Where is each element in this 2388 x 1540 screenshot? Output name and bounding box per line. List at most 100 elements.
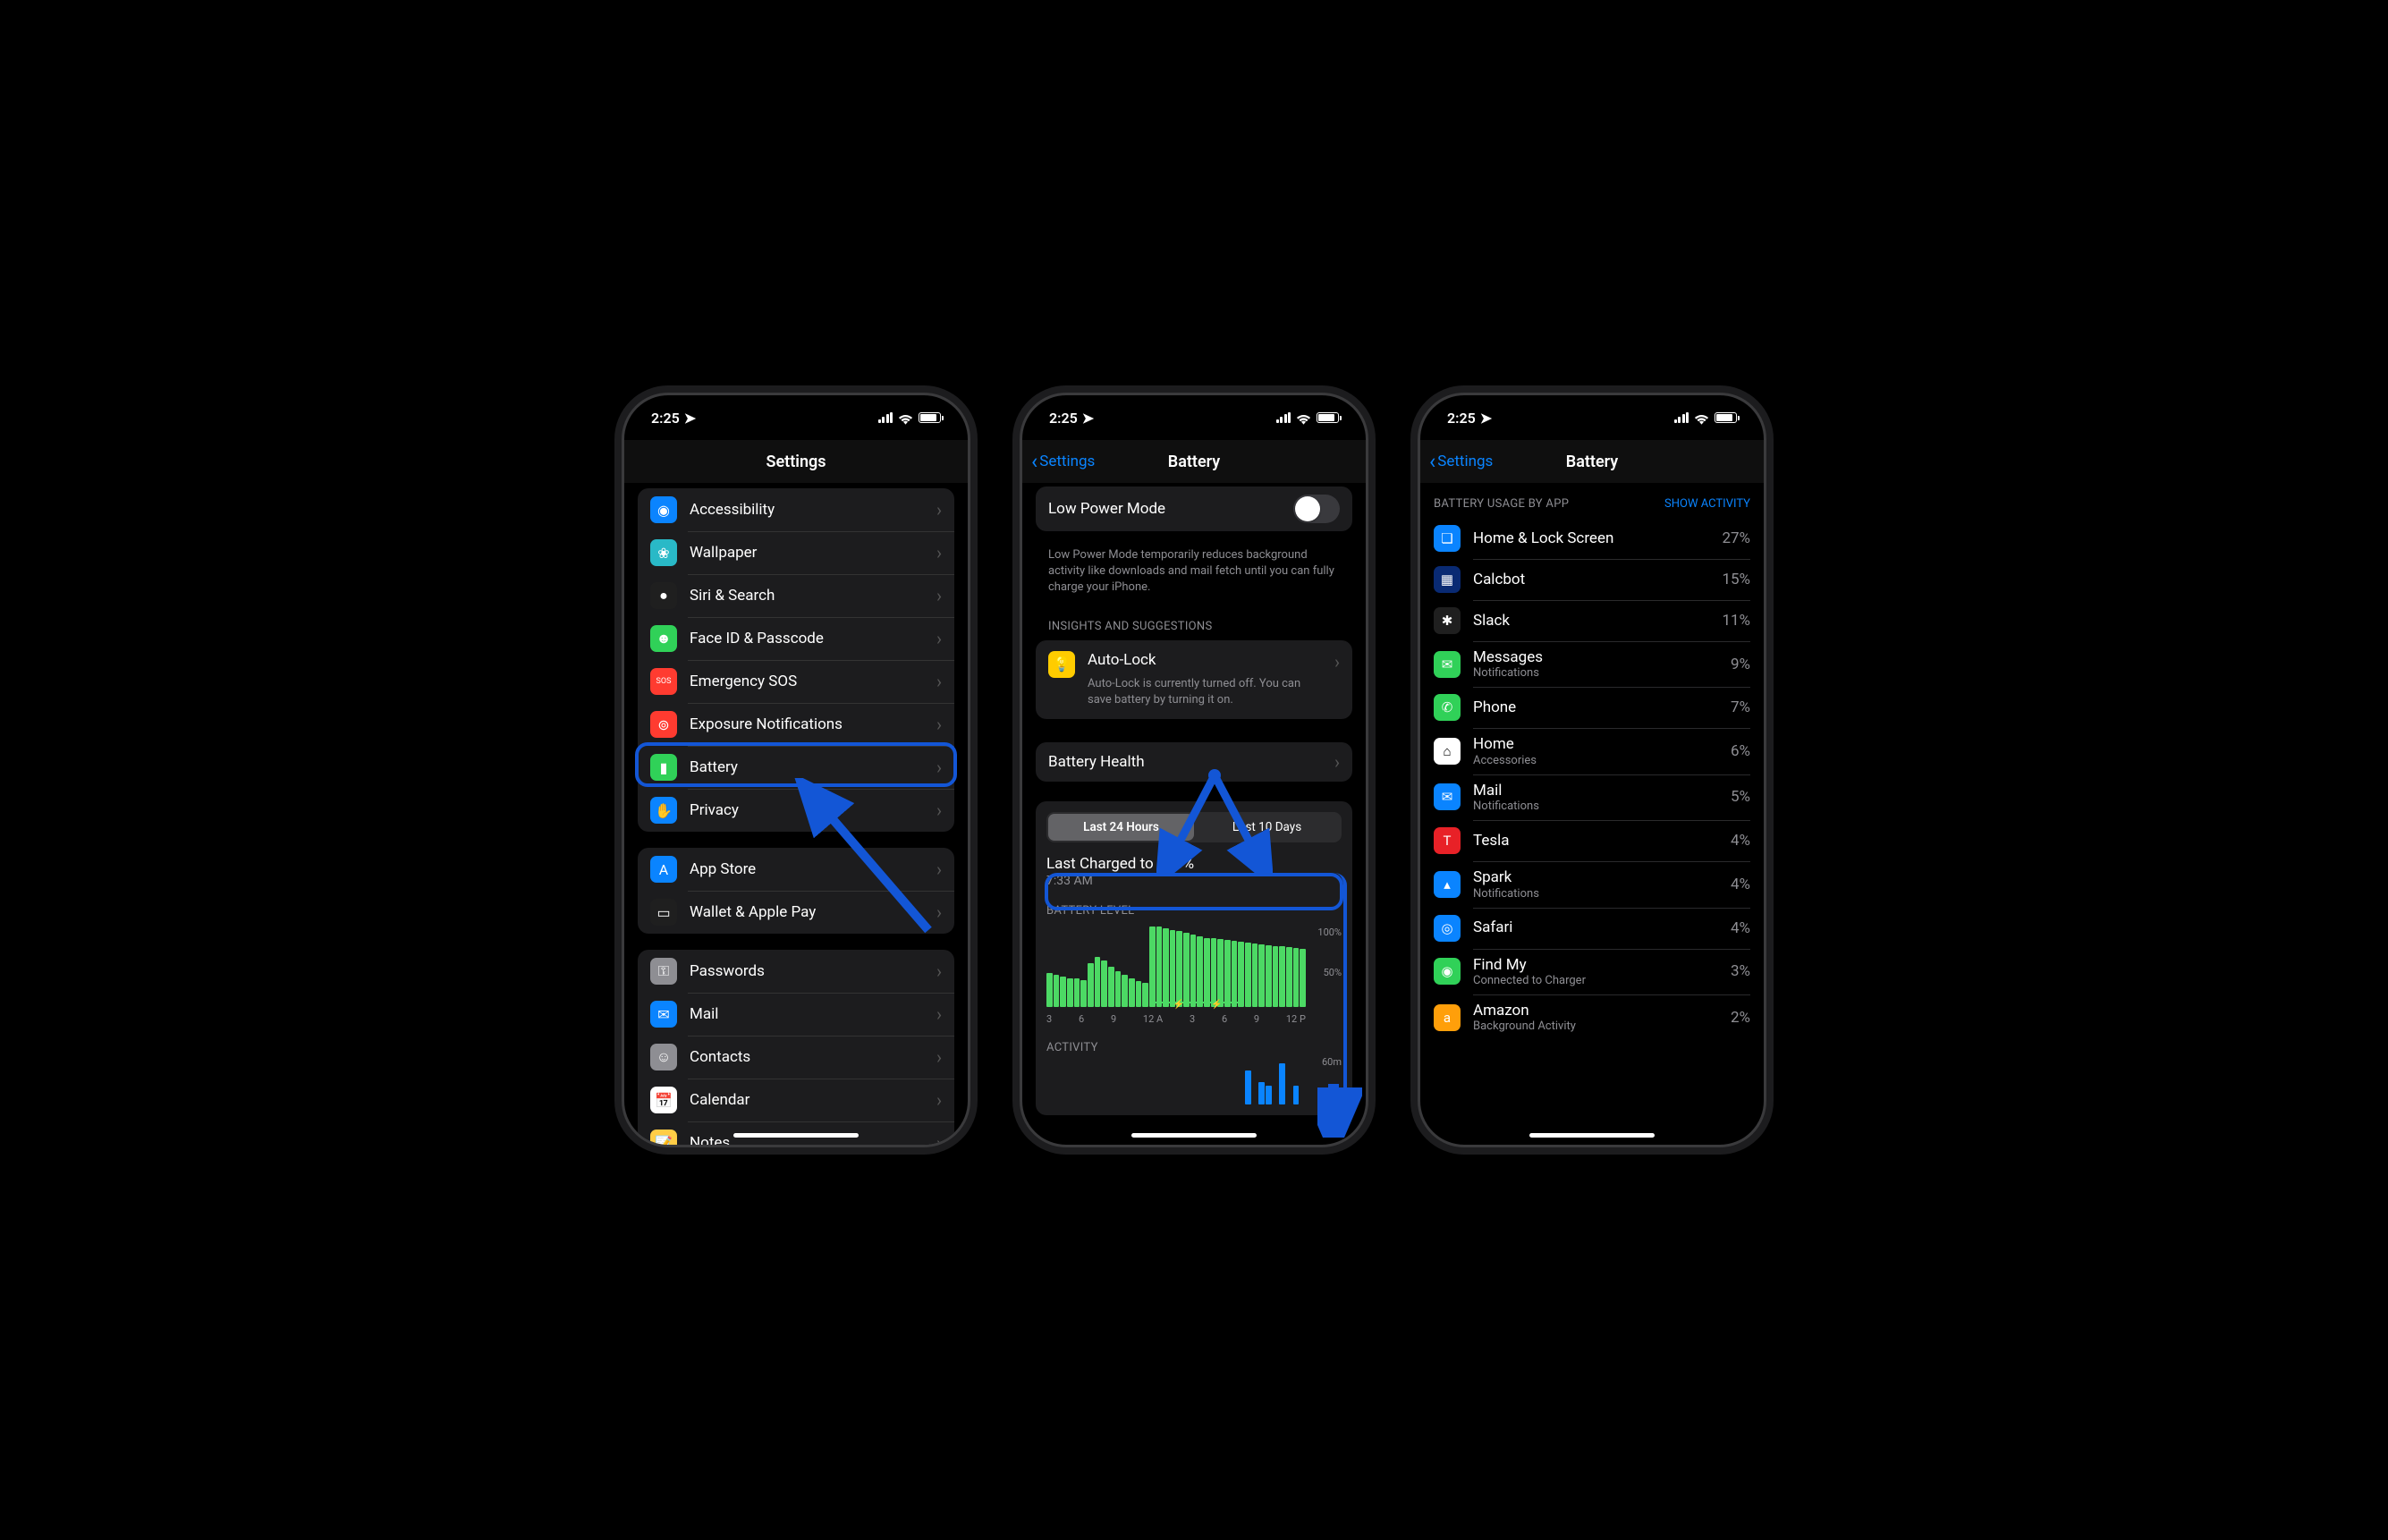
home-indicator[interactable] [733,1133,859,1138]
home-icon: ⌂ [1434,738,1461,765]
phone-battery-overview: 2:25 ➤ ‹ Settings Battery Low Power Mode [1020,393,1368,1147]
row-wallet[interactable]: ▭Wallet & Apple Pay› [638,891,954,934]
row-mail[interactable]: ✉ Mail › [638,993,954,1036]
home-indicator[interactable] [1529,1133,1655,1138]
low-power-mode-row[interactable]: Low Power Mode [1036,487,1352,531]
accessibility-icon: ◉ [650,496,677,523]
usage-row-safari[interactable]: ◎Safari4% [1434,908,1750,949]
battery-content[interactable]: Low Power Mode Low Power Mode temporaril… [1022,483,1366,1145]
wifi-icon [1694,412,1709,424]
row-calendar[interactable]: 📅Calendar› [638,1079,954,1121]
usage-row-home[interactable]: ⌂HomeAccessories6% [1434,728,1750,774]
usage-row-home-lock[interactable]: ❏Home & Lock Screen27% [1434,518,1750,559]
cellular-icon [878,412,893,423]
settings-list[interactable]: ◉Accessibility›❀Wallpaper›●Siri & Search… [624,483,968,1145]
seg-10d[interactable]: Last 10 Days [1194,814,1340,841]
nav-title: Battery [1566,453,1618,471]
back-button[interactable]: ‹ Settings [1031,451,1095,472]
battery-icon [919,412,941,423]
row-faceid[interactable]: ☻Face ID & Passcode› [638,617,954,660]
safari-pct: 4% [1731,919,1750,937]
row-battery[interactable]: ▮Battery› [638,746,954,789]
usage-content[interactable]: BATTERY USAGE BY APP SHOW ACTIVITY ❏Home… [1420,483,1764,1145]
usage-row-spark[interactable]: ▴SparkNotifications4% [1434,861,1750,907]
home-label: Home [1473,735,1718,753]
row-passwords[interactable]: ⚿Passwords› [638,950,954,993]
seg-24h[interactable]: Last 24 Hours [1048,814,1194,841]
usage-row-tesla[interactable]: TTesla4% [1434,820,1750,861]
chevron-right-icon: › [936,1003,942,1025]
battery-health-group: Battery Health › [1036,742,1352,782]
row-sos[interactable]: SOSEmergency SOS› [638,660,954,703]
level-bar [1204,938,1210,1007]
usage-row-messages[interactable]: ✉MessagesNotifications9% [1434,641,1750,687]
level-bar [1108,967,1114,1007]
level-bar [1293,948,1300,1007]
cellular-icon [1276,412,1291,423]
auto-lock-detail: Auto-Lock is currently turned off. You c… [1088,676,1322,708]
usage-row-findmy[interactable]: ◉Find MyConnected to Charger3% [1434,949,1750,994]
usage-row-amazon[interactable]: aAmazonBackground Activity2% [1434,994,1750,1040]
usage-row-calcbot[interactable]: ▦Calcbot15% [1434,559,1750,600]
faceid-icon: ☻ [650,625,677,652]
appstore-label: App Store [690,860,924,878]
chevron-right-icon: › [936,757,942,778]
level-bar [1197,936,1203,1007]
notch [1122,395,1266,422]
battery-health-row[interactable]: Battery Health › [1036,742,1352,782]
mail-label: Mail [690,1005,924,1023]
home-indicator[interactable] [1131,1133,1257,1138]
row-appstore[interactable]: AApp Store› [638,848,954,891]
level-bar [1176,931,1182,1007]
tesla-label: Tesla [1473,832,1718,850]
usage-row-slack[interactable]: ✱Slack11% [1434,600,1750,641]
location-arrow-icon: ➤ [1082,410,1094,427]
calendar-icon: 📅 [650,1087,677,1113]
usage-row-phone[interactable]: ✆Phone7% [1434,687,1750,728]
chevron-right-icon: › [936,499,942,520]
x-tick: 6 [1079,1013,1084,1025]
row-accessibility[interactable]: ◉Accessibility› [638,488,954,531]
row-privacy[interactable]: ✋Privacy› [638,789,954,832]
x-tick: 3 [1046,1013,1052,1025]
privacy-icon: ✋ [650,797,677,824]
back-label: Settings [1437,453,1493,470]
back-label: Settings [1039,453,1095,470]
row-exposure[interactable]: ⊚Exposure Notifications› [638,703,954,746]
row-siri[interactable]: ●Siri & Search› [638,574,954,617]
calendar-label: Calendar [690,1091,924,1109]
spark-icon: ▴ [1434,871,1461,898]
row-contacts[interactable]: ☺Contacts› [638,1036,954,1079]
mail-sublabel: Notifications [1473,800,1718,813]
chevron-right-icon: › [936,671,942,692]
phone-label: Phone [1473,698,1718,716]
activity-y-60m: 60m [1322,1056,1342,1068]
level-bar [1170,930,1176,1007]
bulb-icon: 💡 [1048,651,1075,678]
contacts-label: Contacts [690,1048,924,1066]
auto-lock-row[interactable]: 💡 Auto-Lock Auto-Lock is currently turne… [1036,640,1352,719]
level-bar [1115,971,1122,1007]
amazon-icon: a [1434,1004,1461,1031]
exposure-icon: ⊚ [650,711,677,738]
time-range-segmented[interactable]: Last 24 Hours Last 10 Days [1046,812,1342,842]
lpm-toggle[interactable] [1293,495,1340,523]
activity-bar [1258,1082,1265,1104]
mail-icon: ✉ [650,1001,677,1028]
battery-icon [1715,412,1737,423]
level-bar [1211,938,1217,1007]
siri-label: Siri & Search [690,587,924,605]
level-bar [1273,946,1279,1007]
activity-bar [1266,1086,1272,1104]
last-charged-label: Last Charged to 100% [1046,855,1342,873]
lpm-footer: Low Power Mode temporarily reduces backg… [1036,542,1352,597]
usage-row-mail[interactable]: ✉MailNotifications5% [1434,774,1750,820]
lpm-label: Low Power Mode [1048,500,1281,518]
privacy-label: Privacy [690,801,924,819]
back-button[interactable]: ‹ Settings [1429,451,1493,472]
row-wallpaper[interactable]: ❀Wallpaper› [638,531,954,574]
show-activity-button[interactable]: SHOW ACTIVITY [1664,497,1750,511]
level-bar [1279,946,1285,1007]
level-bar [1286,947,1292,1007]
messages-label: Messages [1473,648,1718,666]
